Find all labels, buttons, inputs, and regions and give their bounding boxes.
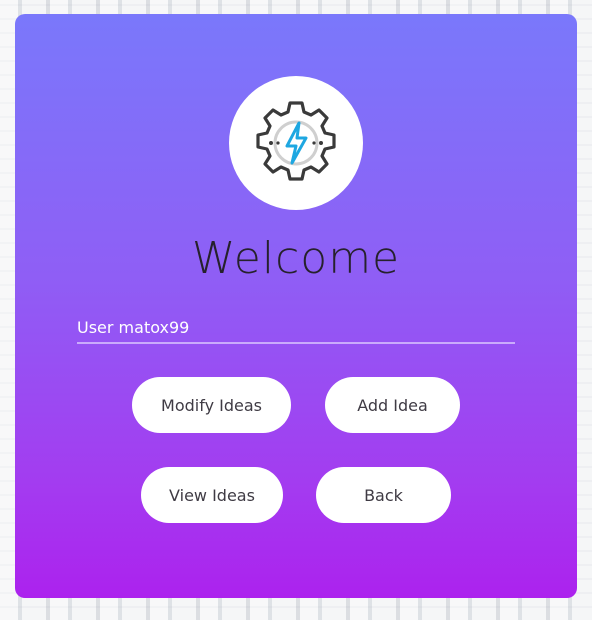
back-button[interactable]: Back <box>316 467 451 523</box>
gear-lightning-icon <box>256 101 336 181</box>
username-label: User matox99 <box>77 318 190 337</box>
username-field: User matox99 <box>77 316 515 344</box>
page-title: Welcome <box>191 233 401 284</box>
welcome-card: Welcome User matox99 Modify Ideas Add Id… <box>15 14 577 598</box>
modify-ideas-button[interactable]: Modify Ideas <box>132 377 291 433</box>
logo-badge <box>229 76 363 210</box>
view-ideas-button[interactable]: View Ideas <box>141 467 283 523</box>
add-idea-button[interactable]: Add Idea <box>325 377 460 433</box>
